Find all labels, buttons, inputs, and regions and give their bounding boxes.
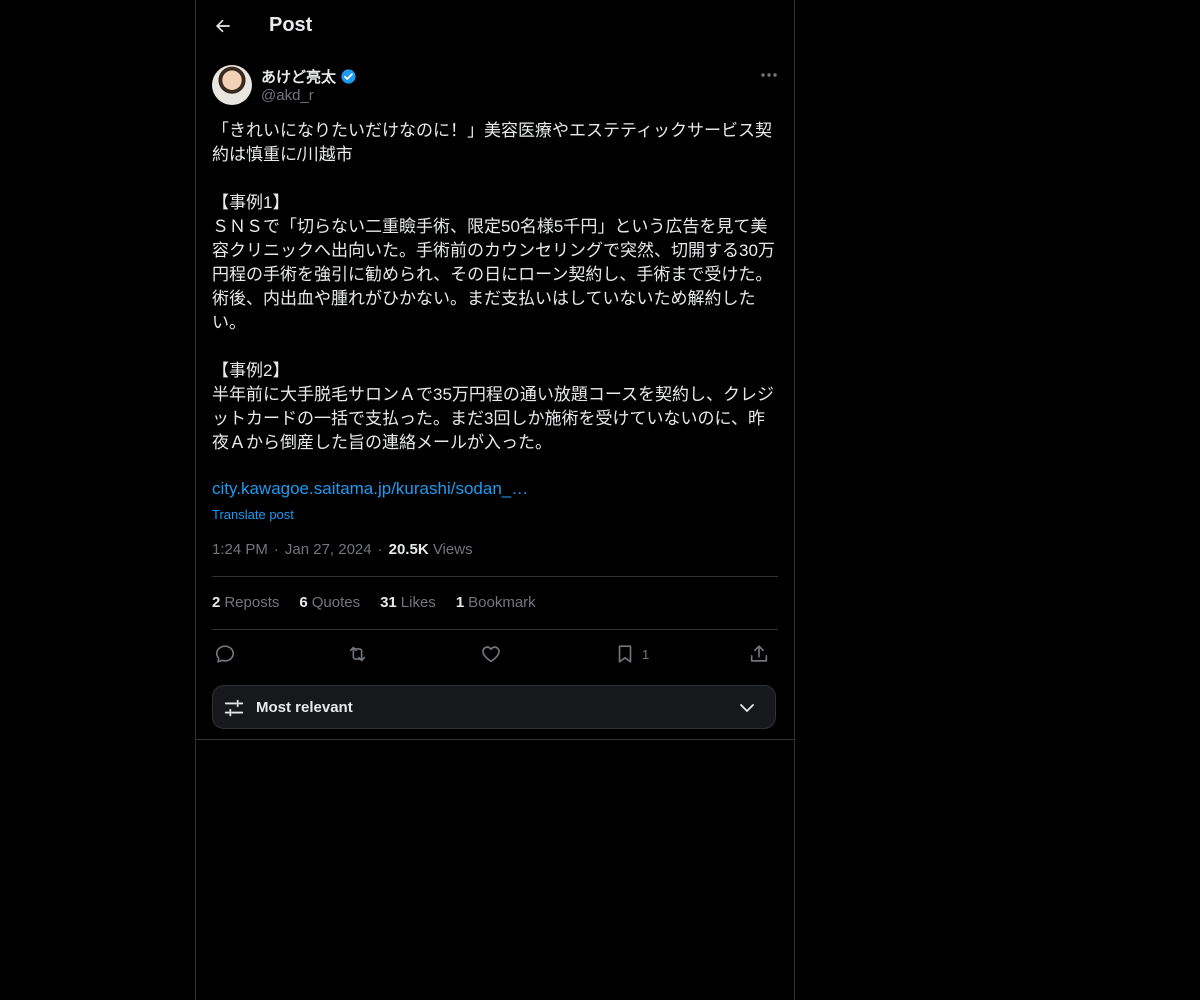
bookmark-icon — [618, 645, 632, 663]
bookmarks-label: Bookmark — [468, 594, 536, 611]
divider — [212, 576, 778, 577]
reposts-count: 2 — [212, 594, 221, 611]
bookmarks-count: 1 — [455, 594, 465, 611]
translate-post-link[interactable]: Translate post — [212, 507, 294, 522]
verified-badge-icon — [341, 69, 356, 84]
page-title: Post — [269, 14, 313, 36]
bookmark-button[interactable]: 1 — [614, 641, 649, 667]
repost-button[interactable] — [346, 641, 369, 667]
likes-stat[interactable]: 31 Likes — [380, 594, 436, 611]
chevron-down-icon — [740, 704, 754, 712]
sort-replies-dropdown[interactable]: Most relevant — [212, 685, 776, 729]
header: Post — [196, 0, 794, 53]
arrow-left-icon — [216, 19, 230, 33]
meta-separator: · — [377, 541, 383, 558]
share-button[interactable] — [748, 641, 770, 667]
heart-icon — [482, 646, 500, 663]
avatar[interactable] — [212, 65, 252, 105]
more-horizontal-icon — [761, 73, 777, 77]
author-name[interactable]: あけど亮太 — [261, 66, 357, 87]
main-column: Post あけど亮太 @akd_r 「きれいになりたいだけなのに！」美容医療やエ… — [195, 0, 795, 1000]
post-date[interactable]: Jan 27, 2024 — [285, 541, 372, 558]
sliders-icon — [224, 699, 244, 717]
bookmarks-stat[interactable]: 1 Bookmark — [456, 594, 536, 611]
views-count: 20.5K — [388, 541, 429, 558]
more-options-button[interactable] — [758, 66, 780, 84]
sort-label: Most relevant — [256, 699, 353, 716]
quotes-count: 6 — [299, 594, 308, 611]
post-link[interactable]: city.kawagoe.saitama.jp/kurashi/sodan_… — [212, 479, 528, 499]
share-icon — [750, 645, 768, 662]
divider — [196, 739, 794, 740]
post-text: 「きれいになりたいだけなのに！」美容医療やエステティックサービス契約は慎重に/川… — [212, 121, 775, 452]
views-label: Views — [432, 541, 473, 558]
author-name-text: あけど亮太 — [261, 69, 337, 86]
repost-icon — [349, 646, 366, 662]
post-time[interactable]: 1:24 PM — [212, 541, 268, 558]
reposts-stat[interactable]: 2 Reposts — [212, 594, 279, 611]
reply-button[interactable] — [214, 641, 236, 667]
action-bar: 1 — [212, 641, 778, 667]
divider — [212, 629, 778, 630]
reposts-label: Reposts — [224, 594, 280, 611]
author-handle[interactable]: @akd_r — [261, 87, 314, 104]
quotes-stat[interactable]: 6 Quotes — [299, 594, 360, 611]
likes-label: Likes — [400, 594, 436, 611]
engagement-stats: 2 Reposts 6 Quotes 31 Likes 1 Bookmark — [212, 594, 536, 611]
back-button[interactable] — [210, 13, 236, 39]
post-views: 20.5K Views — [389, 541, 473, 558]
quotes-label: Quotes — [311, 594, 361, 611]
like-button[interactable] — [480, 641, 502, 667]
post-meta: 1:24 PM · Jan 27, 2024 · 20.5K Views — [212, 541, 473, 558]
likes-count: 31 — [380, 594, 397, 611]
meta-separator: · — [273, 541, 279, 558]
bookmark-count: 1 — [642, 646, 650, 662]
reply-icon — [215, 645, 235, 663]
